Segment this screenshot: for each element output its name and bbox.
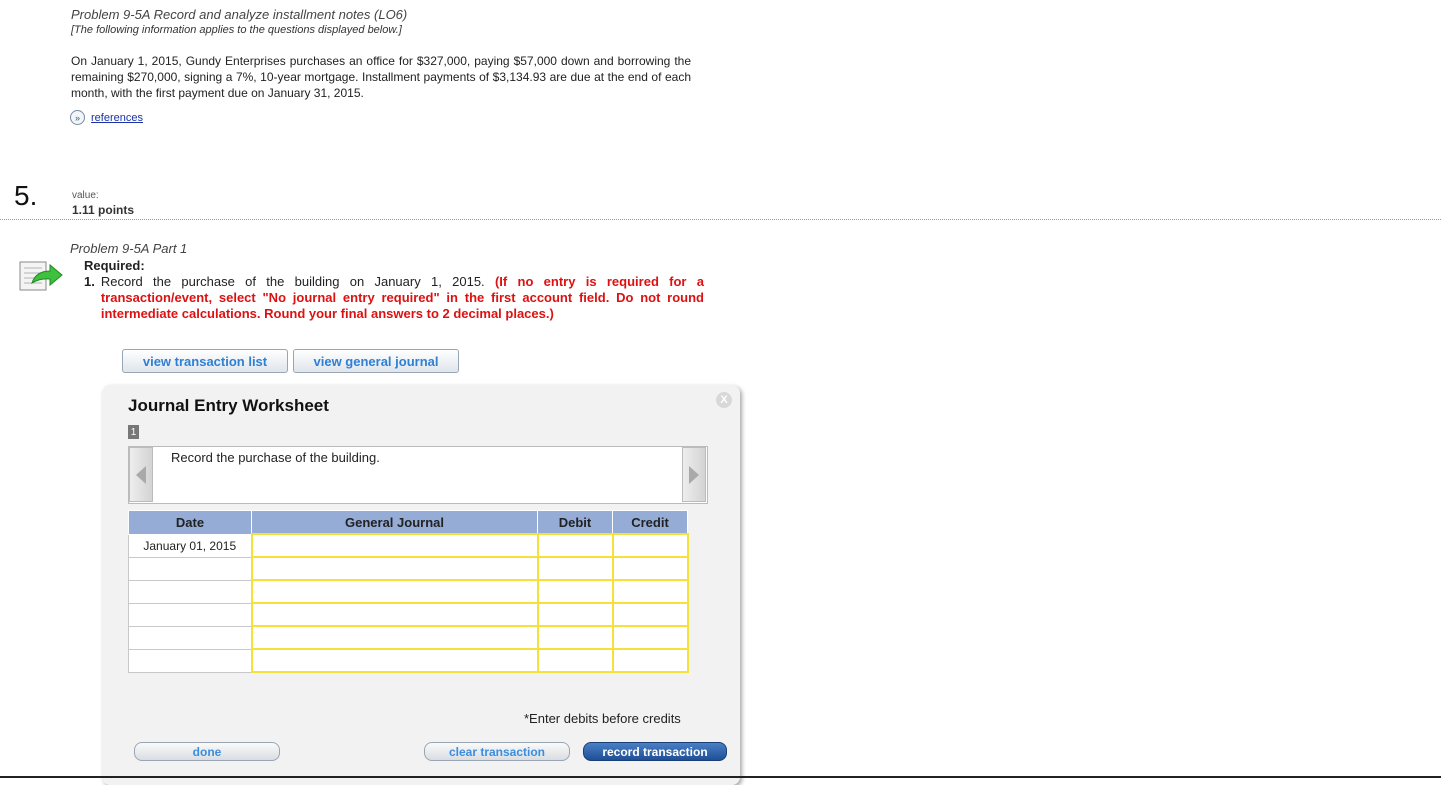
points-value: 1.11 points [72, 203, 135, 217]
date-cell [128, 602, 252, 627]
table-row [128, 648, 689, 673]
journal-entry-worksheet: Journal Entry Worksheet X 1 Record the p… [102, 385, 740, 785]
account-field[interactable] [250, 533, 539, 558]
table-row [128, 625, 689, 650]
done-button[interactable]: done [134, 742, 280, 761]
debit-field[interactable] [536, 533, 614, 558]
step-badge[interactable]: 1 [128, 425, 139, 439]
debit-field[interactable] [536, 625, 614, 650]
transaction-description-box: Record the purchase of the building. [128, 446, 708, 504]
debit-field[interactable] [536, 602, 614, 627]
view-transaction-list-button[interactable]: view transaction list [122, 349, 288, 373]
credit-field[interactable] [611, 556, 689, 581]
question-number: 5. [14, 180, 38, 211]
credit-field[interactable] [611, 533, 689, 558]
required-label: Required: [84, 258, 145, 273]
column-header-general-journal: General Journal [251, 510, 538, 535]
credit-field[interactable] [611, 625, 689, 650]
account-field[interactable] [250, 602, 539, 627]
instruction: 1. Record the purchase of the building o… [84, 274, 704, 322]
instruction-text: Record the purchase of the building on J… [100, 274, 495, 289]
account-field[interactable] [250, 625, 539, 650]
expand-icon[interactable]: » [70, 110, 85, 125]
column-header-debit: Debit [537, 510, 613, 535]
credit-field[interactable] [611, 602, 689, 627]
table-row [128, 602, 689, 627]
record-transaction-button[interactable]: record transaction [583, 742, 727, 761]
column-header-credit: Credit [612, 510, 688, 535]
debit-field[interactable] [536, 579, 614, 604]
credit-field[interactable] [611, 579, 689, 604]
view-general-journal-button[interactable]: view general journal [293, 349, 459, 373]
date-cell: January 01, 2015 [128, 533, 252, 558]
previous-arrow-icon[interactable] [129, 447, 153, 502]
debit-field[interactable] [536, 556, 614, 581]
clear-transaction-button[interactable]: clear transaction [424, 742, 570, 761]
intro-title: Problem 9-5A Record and analyze installm… [71, 7, 408, 22]
instruction-body: Record the purchase of the building on J… [101, 274, 704, 322]
worksheet-title: Journal Entry Worksheet [128, 396, 329, 415]
table-row [128, 556, 689, 581]
section-divider [0, 219, 1441, 220]
credit-field[interactable] [611, 648, 689, 673]
transaction-description: Record the purchase of the building. [171, 450, 380, 465]
table-header-row: Date General Journal Debit Credit [128, 510, 688, 535]
debit-field[interactable] [536, 648, 614, 673]
account-field[interactable] [250, 648, 539, 673]
journal-table: Date General Journal Debit Credit Januar… [128, 510, 689, 673]
worksheet-arrow-icon [19, 261, 63, 291]
date-cell [128, 556, 252, 581]
intro-note: [The following information applies to th… [71, 24, 402, 36]
next-arrow-icon[interactable] [682, 447, 706, 502]
value-label: value: [72, 190, 99, 201]
references-link[interactable]: references [91, 112, 143, 124]
date-cell [128, 648, 252, 673]
part-title: Problem 9-5A Part 1 [70, 241, 188, 256]
references-toggle[interactable]: » references [70, 110, 143, 125]
date-cell [128, 625, 252, 650]
instruction-number: 1. [84, 274, 95, 289]
account-field[interactable] [250, 556, 539, 581]
column-header-date: Date [128, 510, 252, 535]
close-icon[interactable]: X [716, 392, 732, 408]
date-cell [128, 579, 252, 604]
account-field[interactable] [250, 579, 539, 604]
debits-before-credits-note: *Enter debits before credits [524, 711, 681, 726]
table-row: January 01, 2015 [128, 533, 689, 558]
intro-body: On January 1, 2015, Gundy Enterprises pu… [71, 54, 691, 100]
table-row [128, 579, 689, 604]
